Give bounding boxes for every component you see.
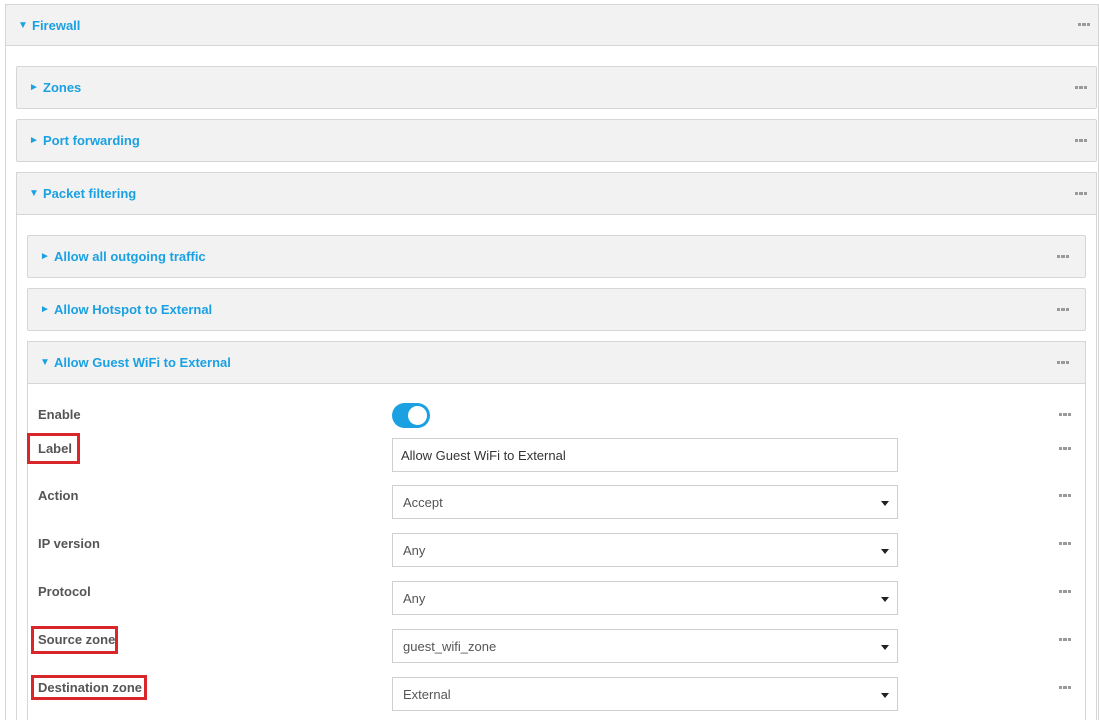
caret-down-icon — [881, 597, 889, 602]
collapse-arrow-icon: ▼ — [29, 188, 39, 199]
protocol-select[interactable]: Any — [392, 581, 898, 615]
highlight-source-zone — [31, 626, 118, 654]
ip-version-select[interactable]: Any — [392, 533, 898, 567]
toggle-knob — [408, 406, 427, 425]
rule-allow-guest-menu-icon[interactable] — [1057, 360, 1069, 365]
protocol-menu-icon[interactable] — [1059, 590, 1071, 594]
source-zone-select-value: guest_wifi_zone — [403, 638, 497, 654]
collapse-arrow-icon: ▼ — [18, 19, 28, 31]
rule-allow-outgoing-header[interactable]: ► Allow all outgoing traffic — [27, 235, 1086, 278]
enable-toggle[interactable] — [392, 403, 430, 428]
caret-down-icon — [881, 693, 889, 698]
protocol-label: Protocol — [38, 584, 91, 599]
firewall-title: Firewall — [32, 17, 81, 33]
action-label: Action — [38, 488, 79, 503]
label-menu-icon[interactable] — [1059, 447, 1071, 451]
rule-allow-hotspot-menu-icon[interactable] — [1057, 307, 1069, 312]
ip-version-select-value: Any — [403, 542, 426, 558]
label-input[interactable]: Allow Guest WiFi to External — [392, 438, 898, 472]
enable-label: Enable — [38, 407, 81, 422]
source-zone-select[interactable]: guest_wifi_zone — [392, 629, 898, 663]
rule-allow-hotspot-header[interactable]: ► Allow Hotspot to External — [27, 288, 1086, 331]
port-forwarding-title: Port forwarding — [43, 133, 140, 148]
ip-version-label: IP version — [38, 536, 100, 551]
rule-allow-outgoing-title: Allow all outgoing traffic — [54, 249, 206, 264]
protocol-select-value: Any — [403, 590, 426, 606]
collapse-arrow-icon: ▼ — [40, 357, 50, 368]
zones-header[interactable]: ► Zones — [16, 66, 1097, 109]
highlight-destination-zone — [31, 675, 147, 700]
firewall-menu-icon[interactable] — [1078, 23, 1090, 27]
action-menu-icon[interactable] — [1059, 494, 1071, 498]
source-zone-menu-icon[interactable] — [1059, 638, 1071, 642]
caret-down-icon — [881, 645, 889, 650]
action-select[interactable]: Accept — [392, 485, 898, 519]
expand-arrow-icon: ► — [29, 135, 39, 146]
rule-allow-outgoing-menu-icon[interactable] — [1057, 254, 1069, 259]
packet-filtering-title: Packet filtering — [43, 186, 137, 201]
action-select-value: Accept — [403, 494, 443, 510]
destination-zone-select-value: External — [403, 686, 451, 702]
rule-allow-hotspot-title: Allow Hotspot to External — [54, 302, 213, 317]
caret-down-icon — [881, 501, 889, 506]
zones-title: Zones — [43, 80, 82, 95]
firewall-header[interactable]: ▼ Firewall — [5, 4, 1099, 46]
destination-zone-select[interactable]: External — [392, 677, 898, 711]
expand-arrow-icon: ► — [29, 82, 39, 93]
highlight-label — [27, 433, 80, 464]
ip-version-menu-icon[interactable] — [1059, 542, 1071, 546]
destination-zone-menu-icon[interactable] — [1059, 686, 1071, 690]
expand-arrow-icon: ► — [40, 251, 50, 262]
enable-menu-icon[interactable] — [1059, 413, 1071, 417]
zones-menu-icon[interactable] — [1075, 85, 1087, 90]
packet-filtering-header[interactable]: ▼ Packet filtering — [16, 172, 1097, 215]
packet-filtering-menu-icon[interactable] — [1075, 191, 1087, 196]
caret-down-icon — [881, 549, 889, 554]
rule-allow-guest-title: Allow Guest WiFi to External — [54, 355, 231, 370]
rule-allow-guest-header[interactable]: ▼ Allow Guest WiFi to External — [27, 341, 1086, 384]
rule-allow-guest-panel — [27, 341, 1086, 720]
port-forwarding-menu-icon[interactable] — [1075, 138, 1087, 143]
port-forwarding-header[interactable]: ► Port forwarding — [16, 119, 1097, 162]
expand-arrow-icon: ► — [40, 304, 50, 315]
